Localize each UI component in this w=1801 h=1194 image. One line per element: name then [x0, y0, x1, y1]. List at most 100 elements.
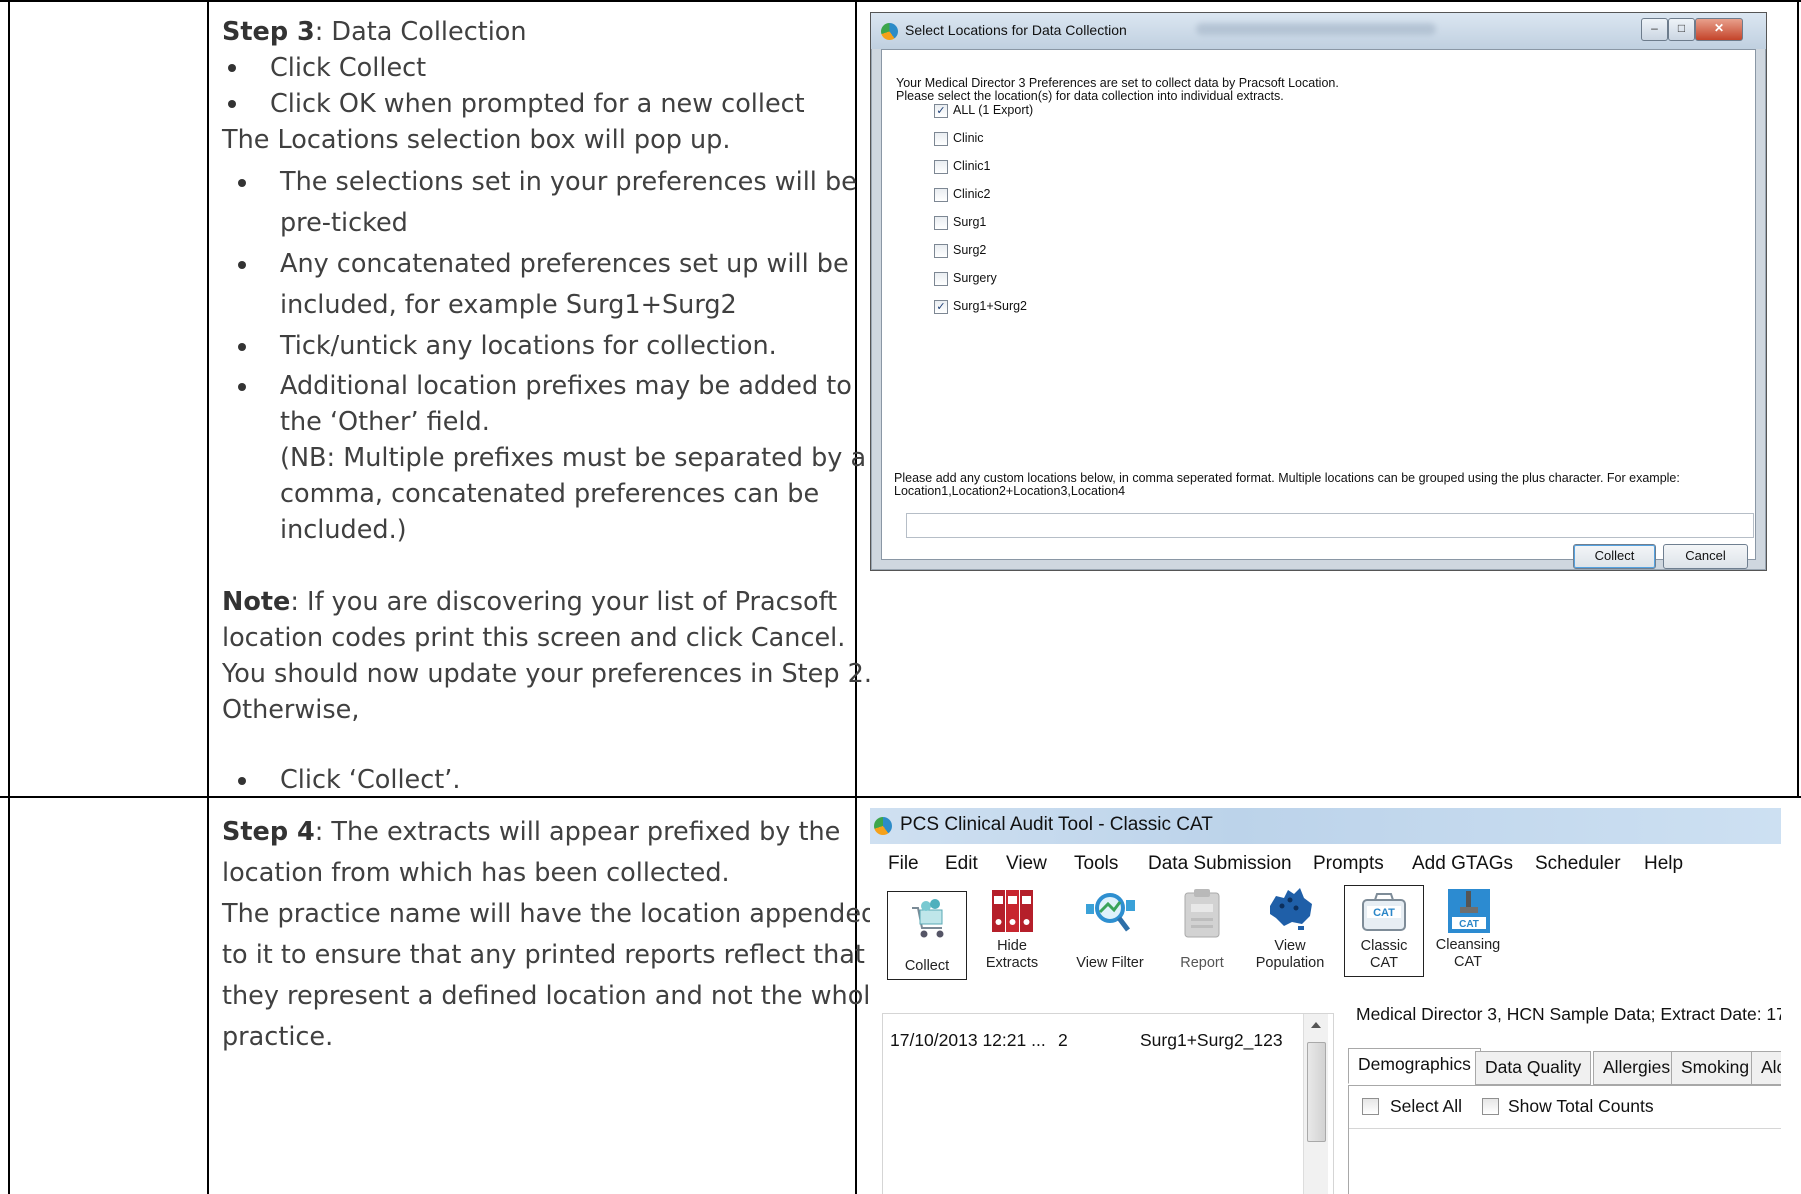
show-total-counts-checkbox[interactable]	[1482, 1098, 1499, 1115]
tab-demographics[interactable]: Demographics	[1348, 1048, 1481, 1084]
note-text: Otherwise,	[222, 695, 360, 725]
location-checkbox[interactable]	[934, 244, 948, 258]
shopping-trolley-icon	[912, 899, 944, 938]
menu-data-submission[interactable]: Data Submission	[1148, 853, 1292, 875]
menu-add-gtags[interactable]: Add GTAGs	[1412, 853, 1513, 875]
svg-text:CAT: CAT	[1459, 919, 1479, 930]
location-checkbox[interactable]	[934, 272, 948, 286]
location-checkbox-label: Surgery	[953, 271, 997, 285]
toolbar: Collect Hide Extracts View Filter Report…	[870, 880, 1781, 1010]
location-checkbox-label: Surg1	[953, 215, 987, 229]
note-text: You should now update your preferences i…	[222, 659, 872, 689]
tab-allergies[interactable]: Allergies	[1593, 1051, 1681, 1085]
menu-help[interactable]: Help	[1644, 853, 1683, 875]
dialog-body: Your Medical Director 3 Preferences are …	[881, 49, 1756, 569]
report-button[interactable]: Report	[1162, 886, 1242, 978]
cleansing-cat-button[interactable]: CAT Cleansing CAT	[1426, 885, 1510, 977]
select-all-label: Select All	[1390, 1096, 1462, 1116]
classic-cat-button[interactable]: CAT Classic CAT	[1344, 885, 1424, 977]
note-line: Note: If you are discovering your list o…	[222, 584, 837, 620]
bullet-text: The selections set in your preferences w…	[280, 167, 857, 197]
menu-file[interactable]: File	[888, 853, 919, 875]
step4-heading: Step 4: The extracts will appear prefixe…	[222, 812, 840, 853]
classic-cat-label-2: CAT	[1370, 955, 1398, 971]
hide-extracts-label-2: Extracts	[985, 955, 1039, 971]
view-filter-button[interactable]: View Filter	[1062, 886, 1158, 978]
location-checkbox-label: Clinic1	[953, 159, 991, 173]
hide-extracts-button[interactable]: Hide Extracts	[968, 886, 1056, 978]
tab-alcohol[interactable]: Alco	[1751, 1051, 1781, 1085]
bullet-text: (NB: Multiple prefixes must be separated…	[280, 443, 867, 473]
select-all-checkbox[interactable]	[1362, 1098, 1379, 1115]
step3-label: Step 3	[222, 17, 315, 47]
select-locations-dialog: Select Locations for Data Collection – □…	[870, 12, 1767, 571]
svg-text:CAT: CAT	[1373, 907, 1395, 919]
extract-list-scrollbar[interactable]	[1303, 1014, 1328, 1194]
panel-divider	[1349, 1128, 1781, 1129]
bullet-icon	[238, 261, 246, 269]
hide-extracts-label-1: Hide	[997, 938, 1027, 954]
classic-cat-icon: CAT	[1362, 893, 1406, 931]
close-icon[interactable]: ✕	[1695, 18, 1743, 41]
step4-text: location from which has been collected.	[222, 858, 730, 888]
location-checkbox[interactable]: ✓	[934, 300, 948, 314]
step4-text: practice.	[222, 1022, 334, 1052]
bullet-text: included, for example Surg1+Surg2	[280, 290, 737, 320]
location-checkbox[interactable]	[934, 160, 948, 174]
step4-text: The practice name will have the location…	[222, 899, 878, 929]
step3-title: : Data Collection	[314, 17, 527, 47]
cancel-button[interactable]: Cancel	[1663, 544, 1748, 569]
cleansing-cat-label-2: CAT	[1454, 954, 1482, 970]
scroll-up-icon[interactable]	[1311, 1022, 1321, 1028]
location-checkbox[interactable]	[934, 188, 948, 202]
tab-data-quality[interactable]: Data Quality	[1475, 1051, 1592, 1085]
step4-text: they represent a defined location and no…	[222, 981, 887, 1011]
collect-label: Collect	[904, 958, 950, 974]
maximize-icon[interactable]: □	[1668, 18, 1695, 41]
bullet-text: Any concatenated preferences set up will…	[280, 249, 849, 279]
menu-view[interactable]: View	[1006, 853, 1047, 875]
bullet-icon	[228, 100, 236, 108]
magnifier-icon	[1086, 893, 1135, 932]
menu-prompts[interactable]: Prompts	[1313, 853, 1384, 875]
extract-name: Surg1+Surg2_123	[1140, 1030, 1283, 1050]
bullet-text: the ‘Other’ field.	[280, 407, 490, 437]
location-checkbox[interactable]: ✓	[934, 104, 948, 118]
table-row-divider	[0, 796, 1801, 798]
view-population-button[interactable]: View Population	[1244, 886, 1336, 978]
view-population-label-1: View	[1274, 938, 1306, 954]
australia-map-icon	[1270, 888, 1312, 930]
bullet-icon	[238, 383, 246, 391]
extract-row[interactable]: 17/10/2013 12:21 ... 2 Surg1+Surg2_123	[883, 1014, 1301, 1064]
app-title: PCS Clinical Audit Tool - Classic CAT	[900, 814, 1213, 835]
table-border-top	[0, 0, 1801, 2]
location-checkbox[interactable]	[934, 132, 948, 146]
dialog-intro-line2: Please select the location(s) for data c…	[896, 89, 1284, 103]
minimize-icon[interactable]: –	[1641, 18, 1668, 41]
table-border-right	[1797, 0, 1799, 796]
menu-scheduler[interactable]: Scheduler	[1535, 853, 1621, 875]
location-checkbox-label: Clinic	[953, 131, 984, 145]
custom-locations-input[interactable]	[906, 513, 1754, 538]
bullet-icon	[238, 343, 246, 351]
scroll-thumb[interactable]	[1307, 1042, 1326, 1142]
note-label: Note	[222, 587, 291, 617]
report-icon	[1184, 889, 1220, 938]
bullet-icon	[238, 777, 246, 785]
collect-toolbar-button[interactable]: Collect	[887, 891, 967, 980]
bullet-text: Click OK when prompted for a new collect	[270, 89, 805, 119]
step4-text: : The extracts will appear prefixed by t…	[314, 817, 841, 847]
step4-text: to it to ensure that any printed reports…	[222, 940, 865, 970]
menu-tools[interactable]: Tools	[1074, 853, 1118, 875]
step3-heading: Step 3: Data Collection	[222, 14, 527, 50]
bullet-icon	[238, 179, 246, 187]
menu-edit[interactable]: Edit	[945, 853, 978, 875]
extract-count: 2	[1058, 1030, 1068, 1050]
location-checkbox-label: Surg2	[953, 243, 987, 257]
table-column-divider-1	[207, 0, 209, 1194]
location-checkbox[interactable]	[934, 216, 948, 230]
locations-popup-line: The Locations selection box will pop up.	[222, 125, 731, 155]
collect-button[interactable]: Collect	[1573, 544, 1656, 569]
binders-icon	[992, 890, 1033, 932]
tab-smoking[interactable]: Smoking	[1671, 1051, 1760, 1085]
